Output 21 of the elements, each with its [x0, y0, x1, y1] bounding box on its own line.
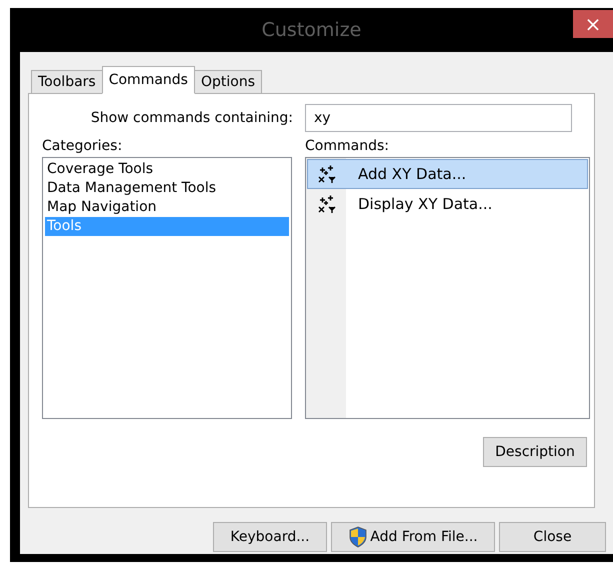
command-item[interactable]: Display XY Data...: [307, 189, 588, 219]
window-title: Customize: [262, 19, 362, 41]
categories-label: Categories:: [42, 138, 124, 156]
category-item[interactable]: Data Management Tools: [45, 179, 289, 198]
category-item[interactable]: Coverage Tools: [45, 160, 289, 179]
dialog-button[interactable]: Close: [499, 522, 606, 552]
xy-icon: [316, 194, 338, 214]
category-item[interactable]: Map Navigation: [45, 198, 289, 217]
tab[interactable]: Options: [194, 70, 262, 93]
dialog-button[interactable]: Add From File...: [331, 522, 495, 552]
tab[interactable]: Toolbars: [31, 70, 103, 93]
commands-label: Commands:: [305, 138, 390, 156]
xy-icon: [316, 164, 338, 184]
search-label: Show commands containing:: [90, 110, 293, 126]
dialog-button[interactable]: Keyboard...: [213, 522, 327, 552]
tab[interactable]: Commands: [102, 66, 195, 94]
shield-icon: [348, 526, 368, 548]
description-button[interactable]: Description: [483, 437, 587, 467]
close-button[interactable]: ×: [573, 10, 613, 38]
search-field[interactable]: xy: [305, 104, 572, 132]
command-item[interactable]: Add XY Data...: [307, 159, 588, 189]
